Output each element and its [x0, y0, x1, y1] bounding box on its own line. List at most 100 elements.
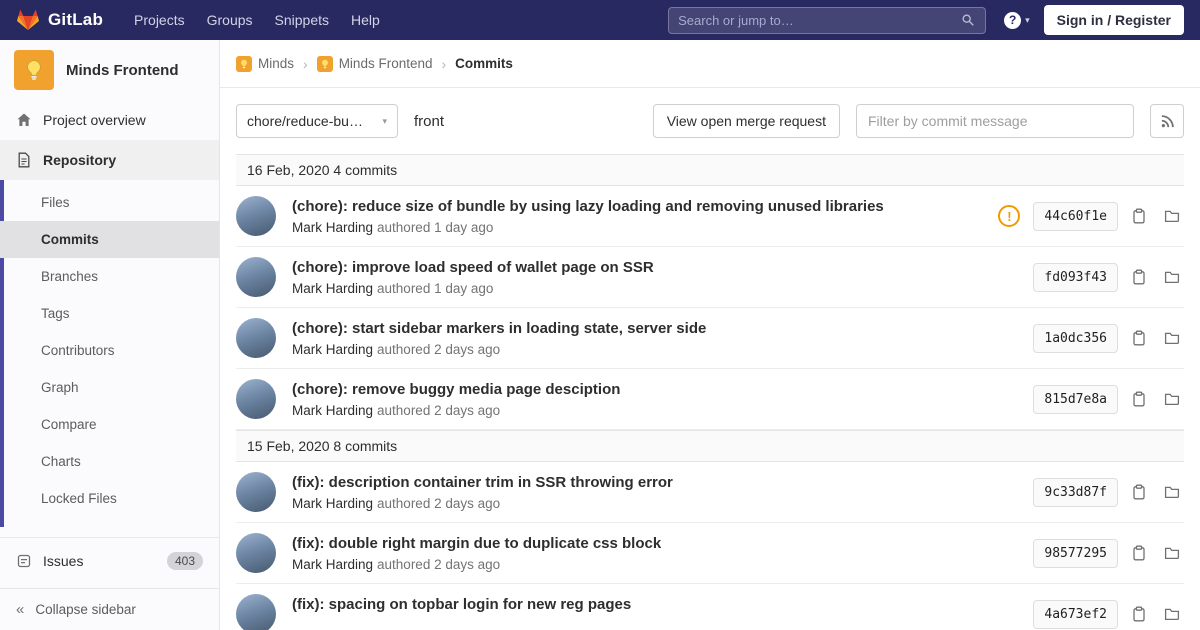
brand-wordmark: GitLab: [48, 10, 104, 29]
commit-main: (chore): start sidebar markers in loadin…: [292, 320, 706, 357]
nav-menu: Projects Groups Snippets Help: [123, 3, 391, 37]
commit-meta: authored 2 days ago: [377, 556, 501, 572]
browse-files-button[interactable]: [1160, 326, 1184, 350]
gitlab-tanuki-icon: [16, 8, 40, 32]
author-avatar[interactable]: [236, 196, 276, 236]
author-avatar[interactable]: [236, 257, 276, 297]
sidebar-item-tags[interactable]: Tags: [0, 295, 219, 332]
repository-section: Repository Files Commits Branches Tags C…: [0, 140, 219, 527]
commit-author-link[interactable]: Mark Harding: [292, 557, 373, 572]
breadcrumb-group-link[interactable]: Minds: [236, 55, 294, 72]
commit-sha-link[interactable]: 4a673ef2: [1033, 599, 1118, 629]
sidebar-item-charts[interactable]: Charts: [0, 443, 219, 480]
commit-title-link[interactable]: (fix): spacing on topbar login for new r…: [292, 596, 631, 613]
browse-files-button[interactable]: [1160, 602, 1184, 626]
browse-files-button[interactable]: [1160, 204, 1184, 228]
nav-item-projects[interactable]: Projects: [123, 3, 196, 37]
author-avatar[interactable]: [236, 379, 276, 419]
commit-title-link[interactable]: (chore): remove buggy media page descipt…: [292, 381, 620, 398]
project-context[interactable]: Minds Frontend: [0, 40, 219, 100]
commit-main: (fix): double right margin due to duplic…: [292, 535, 661, 572]
commit-title-link[interactable]: (chore): start sidebar markers in loadin…: [292, 320, 706, 337]
copy-sha-button[interactable]: [1127, 541, 1151, 565]
copy-sha-button[interactable]: [1127, 326, 1151, 350]
clipboard-icon: [1131, 484, 1147, 500]
author-avatar[interactable]: [236, 318, 276, 358]
commit-list: 16 Feb, 2020 4 commits (chore): reduce s…: [220, 154, 1200, 630]
sidebar-item-commits[interactable]: Commits: [0, 221, 219, 258]
copy-sha-button[interactable]: [1127, 265, 1151, 289]
sidebar-item-branches[interactable]: Branches: [0, 258, 219, 295]
commit-author-link[interactable]: Mark Harding: [292, 281, 373, 296]
sidebar-item-repository[interactable]: Repository: [0, 140, 219, 180]
commit-author-link[interactable]: Mark Harding: [292, 496, 373, 511]
sidebar-item-contributors[interactable]: Contributors: [0, 332, 219, 369]
commit-title-link[interactable]: (fix): description container trim in SSR…: [292, 474, 673, 491]
copy-sha-button[interactable]: [1127, 387, 1151, 411]
view-open-merge-request-button[interactable]: View open merge request: [652, 104, 840, 138]
date-header: 15 Feb, 2020 8 commits: [236, 430, 1184, 462]
commit-actions: ! 44c60f1e: [998, 201, 1184, 231]
commit-author-link[interactable]: Mark Harding: [292, 342, 373, 357]
project-avatar-lightbulb-icon: [316, 55, 333, 72]
sidebar-item-locked-files[interactable]: Locked Files: [0, 480, 219, 517]
sidebar-item-compare[interactable]: Compare: [0, 406, 219, 443]
commit-title-link[interactable]: (chore): improve load speed of wallet pa…: [292, 259, 654, 276]
commit-sha-link[interactable]: 9c33d87f: [1033, 477, 1118, 507]
commit-sha-link[interactable]: 98577295: [1033, 538, 1118, 568]
browse-files-button[interactable]: [1160, 387, 1184, 411]
author-avatar[interactable]: [236, 594, 276, 630]
commit-byline: Mark Harding authored 2 days ago: [292, 342, 706, 357]
browse-files-button[interactable]: [1160, 541, 1184, 565]
commit-title-link[interactable]: (chore): reduce size of bundle by using …: [292, 198, 884, 215]
folder-icon: [1164, 269, 1180, 285]
author-avatar[interactable]: [236, 472, 276, 512]
help-menu[interactable]: ? ▾: [1004, 11, 1030, 29]
nav-item-help[interactable]: Help: [340, 3, 391, 37]
chevron-down-icon: ▾: [1025, 14, 1030, 25]
commit-row: (chore): reduce size of bundle by using …: [236, 186, 1184, 247]
nav-item-groups[interactable]: Groups: [196, 3, 264, 37]
copy-sha-button[interactable]: [1127, 204, 1151, 228]
commit-meta: authored 1 day ago: [377, 219, 494, 235]
commit-byline: Mark Harding authored 2 days ago: [292, 403, 620, 418]
sign-in-register-button[interactable]: Sign in / Register: [1043, 5, 1184, 35]
sidebar-item-files[interactable]: Files: [0, 184, 219, 221]
commit-filter-input[interactable]: [856, 104, 1134, 138]
search-input[interactable]: [678, 12, 961, 28]
sidebar-item-graph[interactable]: Graph: [0, 369, 219, 406]
browse-files-button[interactable]: [1160, 480, 1184, 504]
branch-selector-dropdown[interactable]: chore/reduce-bu… ▾: [236, 104, 398, 138]
clipboard-icon: [1131, 545, 1147, 561]
author-avatar[interactable]: [236, 533, 276, 573]
commit-author-link[interactable]: Mark Harding: [292, 403, 373, 418]
commit-sha-link[interactable]: fd093f43: [1033, 262, 1118, 292]
collapse-sidebar-button[interactable]: « Collapse sidebar: [0, 588, 219, 630]
issues-count-badge: 403: [166, 552, 203, 570]
commit-sha-link[interactable]: 815d7e8a: [1033, 384, 1118, 414]
folder-icon: [1164, 391, 1180, 407]
repository-doc-icon: [16, 152, 32, 168]
sidebar-item-issues[interactable]: Issues 403: [0, 537, 219, 584]
pipeline-warning-icon[interactable]: !: [998, 205, 1021, 227]
commit-title-link[interactable]: (fix): double right margin due to duplic…: [292, 535, 661, 552]
clipboard-icon: [1131, 269, 1147, 285]
sidebar-item-label: Repository: [43, 152, 117, 168]
breadcrumb-project-label: Minds Frontend: [338, 56, 433, 71]
repository-subnav: Files Commits Branches Tags Contributors…: [0, 180, 219, 527]
commit-sha-link[interactable]: 44c60f1e: [1033, 201, 1118, 231]
copy-sha-button[interactable]: [1127, 602, 1151, 626]
branch-selected-label: chore/reduce-bu…: [247, 113, 363, 129]
commit-author-link[interactable]: Mark Harding: [292, 220, 373, 235]
sidebar-item-project-overview[interactable]: Project overview: [0, 100, 219, 140]
copy-sha-button[interactable]: [1127, 480, 1151, 504]
commit-actions: 1a0dc356: [1033, 323, 1184, 353]
browse-files-button[interactable]: [1160, 265, 1184, 289]
nav-item-snippets[interactable]: Snippets: [264, 3, 340, 37]
rss-feed-button[interactable]: [1150, 104, 1184, 138]
search-box[interactable]: [668, 6, 987, 34]
commit-sha-link[interactable]: 1a0dc356: [1033, 323, 1118, 353]
breadcrumb-project-link[interactable]: Minds Frontend: [316, 55, 433, 72]
gitlab-home-link[interactable]: GitLab: [16, 8, 103, 32]
project-sidebar: Minds Frontend Project overview Reposito…: [0, 40, 220, 630]
